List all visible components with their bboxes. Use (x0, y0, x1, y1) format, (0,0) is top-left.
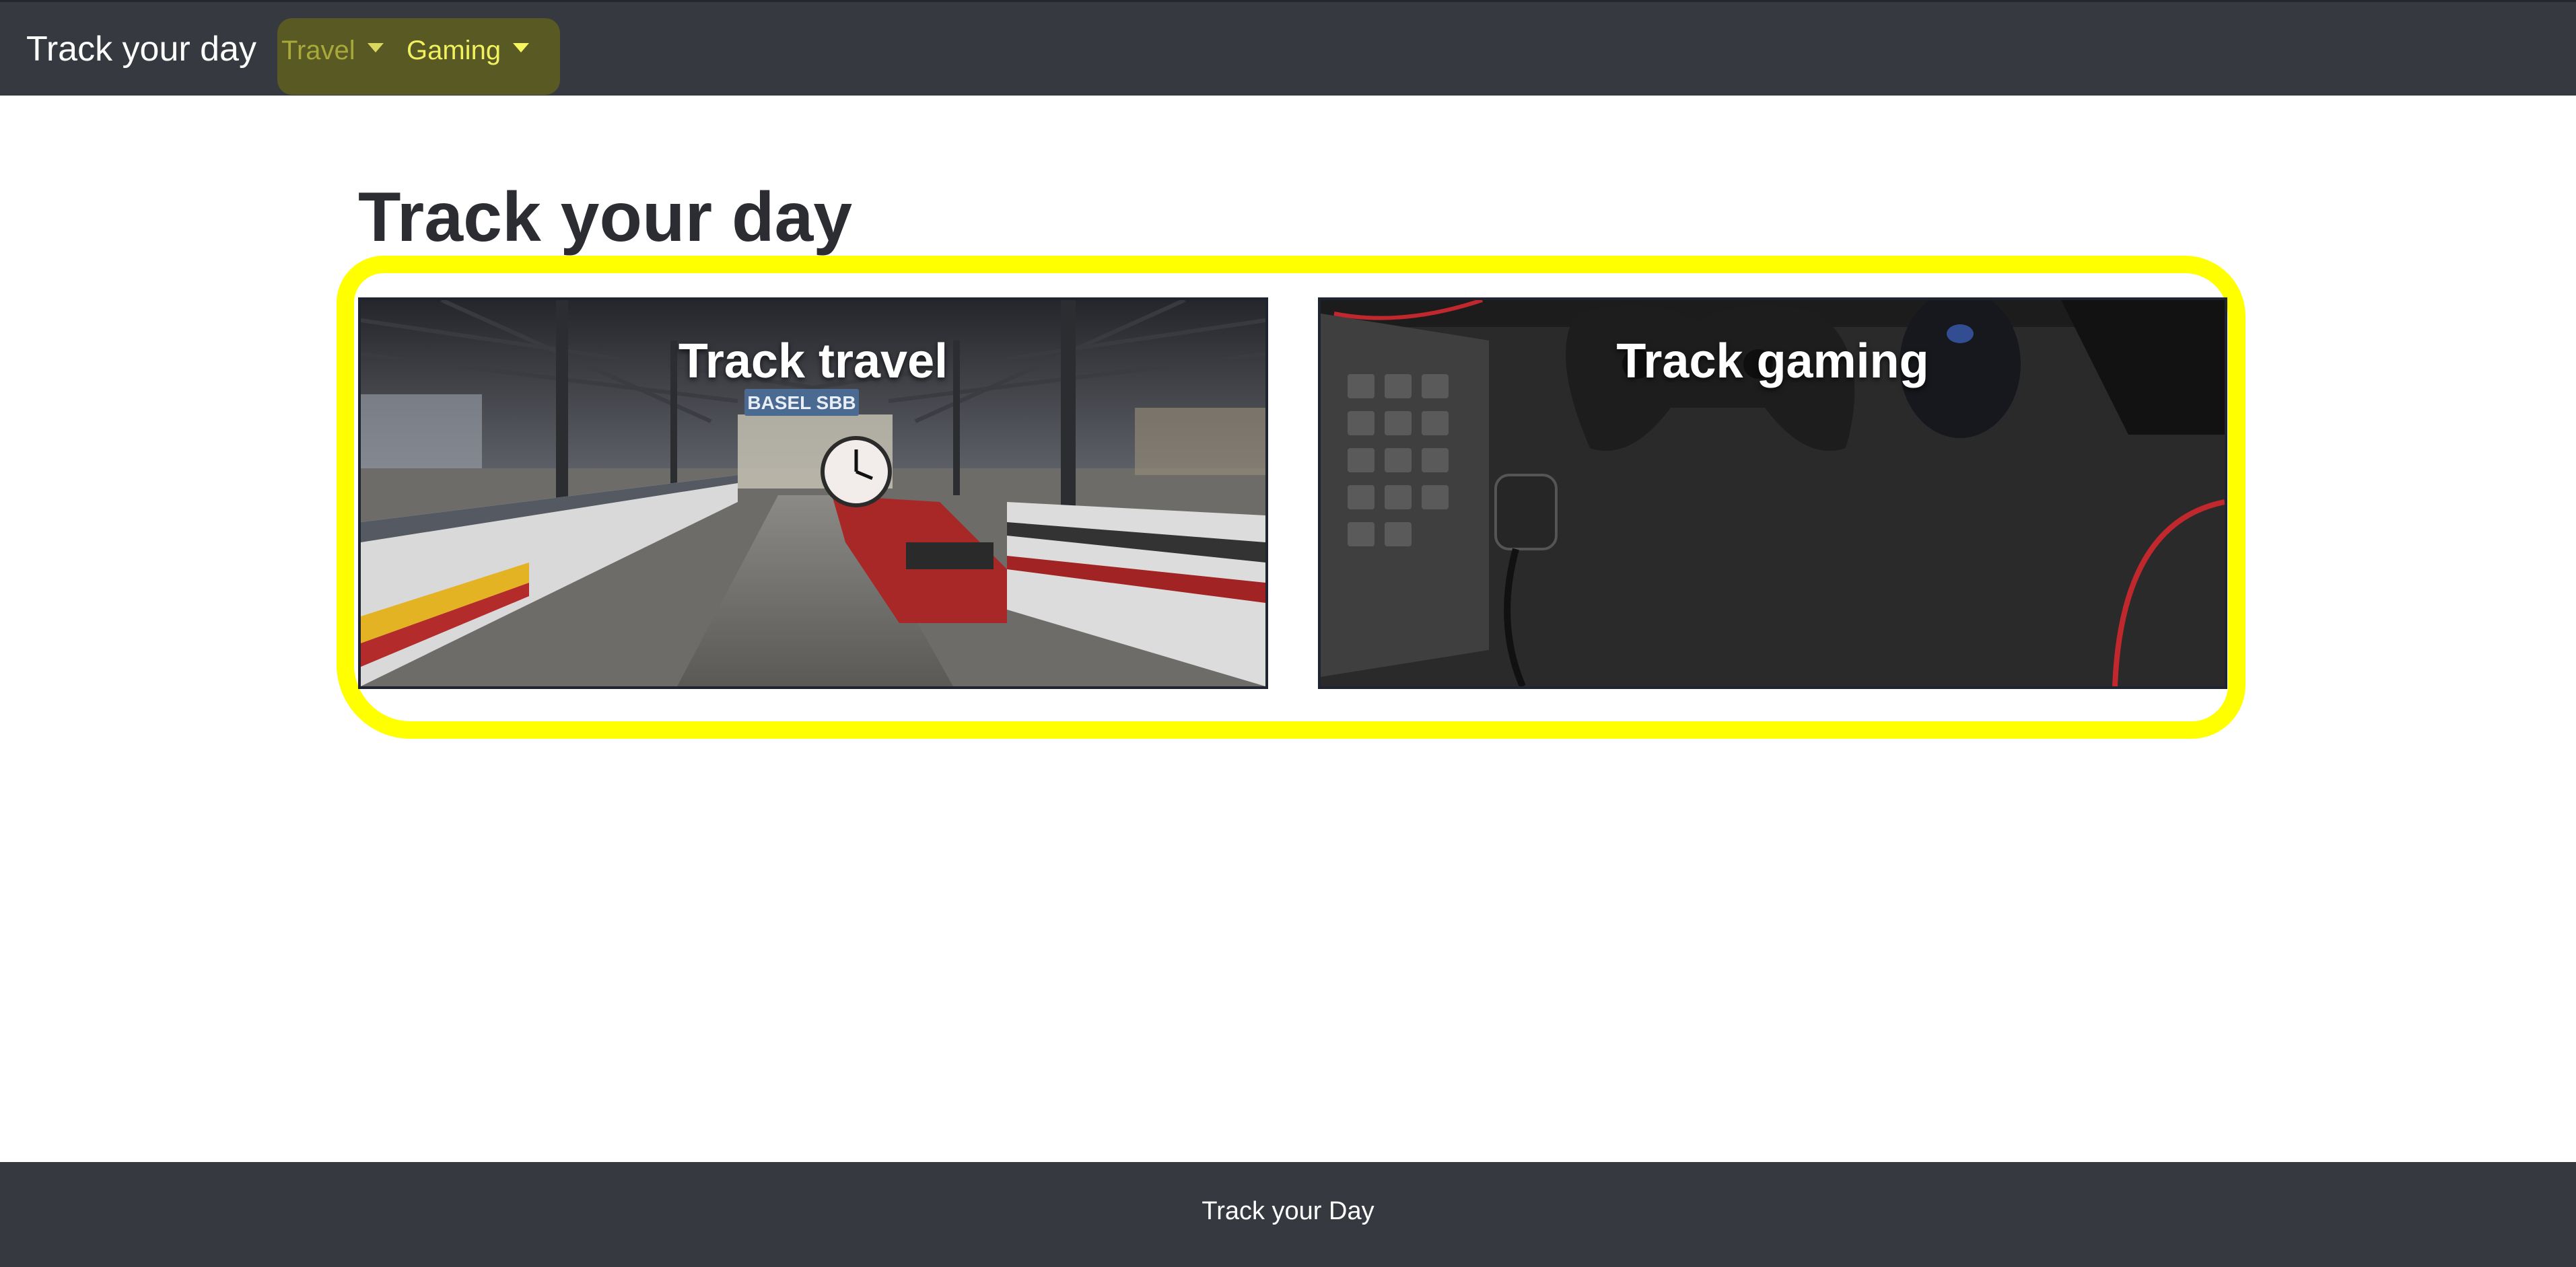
nav-travel-label: Travel (281, 36, 355, 65)
travel-card[interactable]: BASEL SBB Track travel (358, 297, 1268, 689)
top-navbar: Track your day Travel Gaming (0, 0, 2576, 96)
chevron-down-icon (513, 43, 530, 53)
gaming-card[interactable]: Track gaming (1318, 297, 2227, 689)
nav-dropdown-gaming[interactable]: Gaming (407, 33, 530, 68)
page-title: Track your day (358, 178, 853, 256)
nav-gaming-label: Gaming (407, 36, 501, 65)
card-title-gaming: Track gaming (1616, 334, 1929, 388)
chevron-down-icon (367, 43, 384, 53)
navbar-brand[interactable]: Track your day (26, 29, 256, 69)
footer-text: Track your Day (1202, 1197, 1374, 1225)
nav-dropdown-travel[interactable]: Travel (281, 33, 384, 68)
footer: Track your Day (0, 1162, 2576, 1267)
station-sign-text: BASEL SBB (747, 392, 856, 413)
card-title-travel: Track travel (678, 334, 948, 388)
